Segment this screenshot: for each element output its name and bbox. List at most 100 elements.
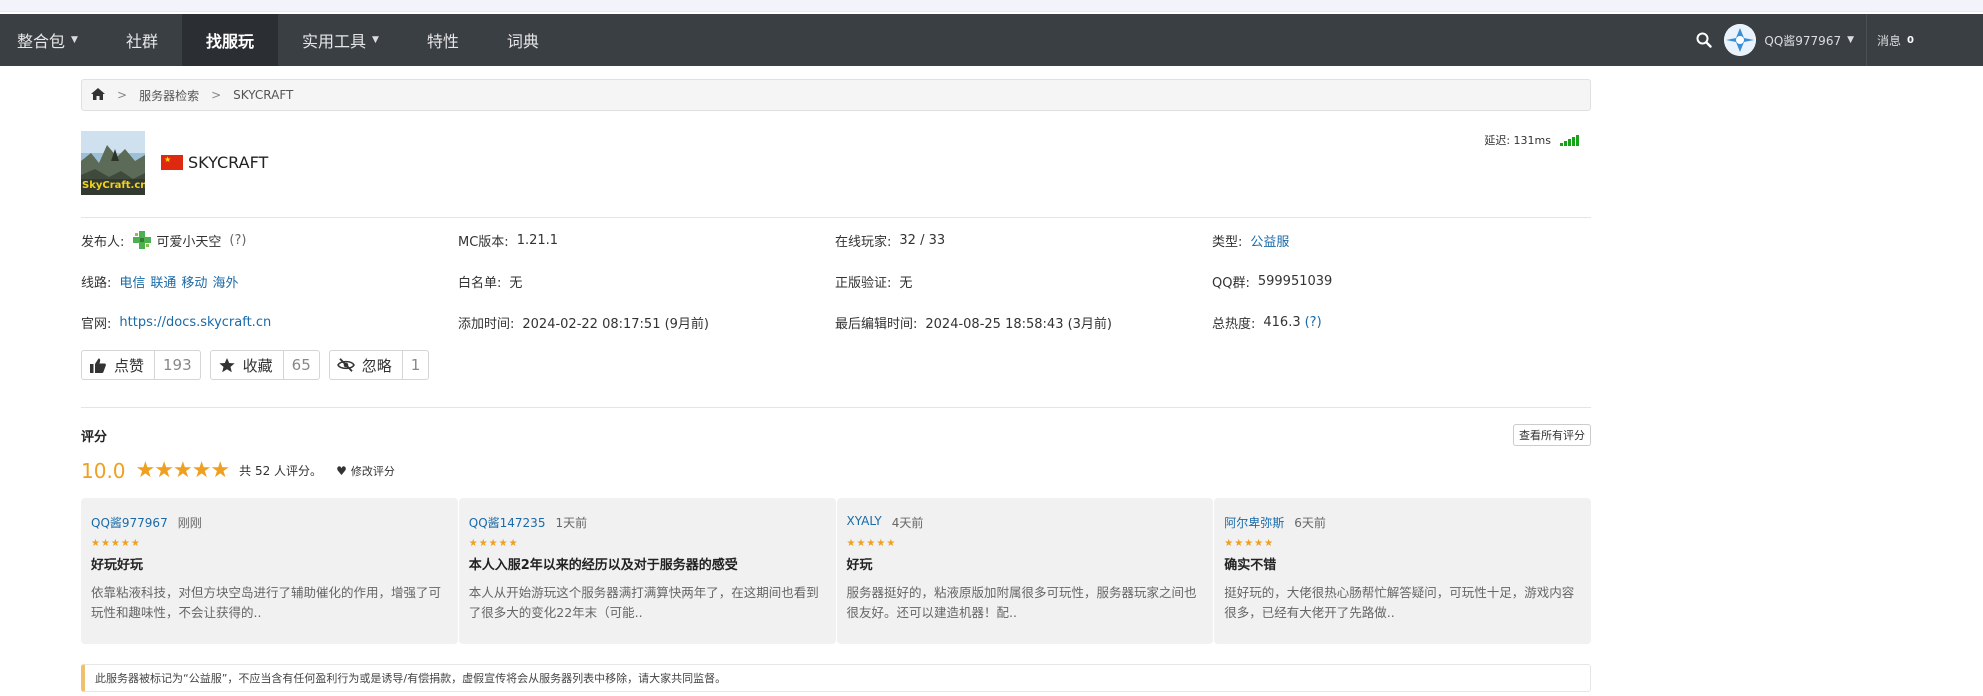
signal-bars-icon	[1559, 134, 1579, 146]
line-overseas[interactable]: 海外	[212, 272, 238, 291]
qq-label: QQ群:	[1212, 275, 1250, 291]
genuine-label: 正版验证:	[835, 275, 892, 291]
qq-cell: QQ群: 599951039	[1212, 269, 1332, 293]
view-all-ratings-button[interactable]: 查看所有评分	[1513, 424, 1591, 446]
online-label: 在线玩家:	[835, 234, 892, 250]
info-row: 发布人: 可爱小天空 (?) MC版本: 1.21.1 在线玩家: 32 / 3…	[81, 228, 1591, 269]
review-stars: ★★★★★	[91, 538, 141, 549]
chevron-down-icon: ▼	[371, 35, 379, 45]
review-stars: ★★★★★	[1224, 538, 1275, 549]
top-navbar: 整合包 ▼ 社群 找服玩 实用工具 ▼ 特性 词典 QQ酱977967 ▼ 消息 0	[0, 14, 1983, 66]
genuine-value: 无	[899, 275, 913, 291]
breadcrumb-server-search[interactable]: 服务器检索	[139, 87, 199, 104]
review-title: 好玩	[846, 558, 873, 573]
mc-version-cell: MC版本: 1.21.1	[458, 228, 558, 252]
added-cell: 添加时间: 2024-02-22 08:17:51 (9月前)	[458, 310, 709, 334]
favorite-count: 65	[282, 351, 319, 379]
edited-value: 2024-08-25 18:58:43 (3月前)	[925, 316, 1113, 332]
line-telecom[interactable]: 电信	[119, 272, 145, 291]
home-icon[interactable]	[91, 87, 105, 103]
site-label: 官网:	[81, 316, 112, 332]
review-time: 6天前	[1294, 516, 1326, 530]
line-mobile[interactable]: 移动	[181, 272, 207, 291]
nav-find-server-label: 找服玩	[205, 32, 254, 51]
like-count: 193	[154, 351, 200, 379]
browser-top-strip	[0, 0, 1983, 12]
nav-tools[interactable]: 实用工具 ▼	[278, 14, 403, 66]
type-value[interactable]: 公益服	[1250, 231, 1289, 250]
line-unicom[interactable]: 联通	[150, 272, 176, 291]
star-icon	[211, 357, 243, 373]
info-row: 线路: 电信 联通 移动 海外 白名单: 无 正版验证: 无 QQ群: 5999…	[81, 269, 1591, 310]
eye-slash-icon	[330, 358, 362, 372]
type-cell: 类型: 公益服	[1212, 228, 1289, 252]
server-name: SKYCRAFT	[188, 153, 269, 172]
publisher-name[interactable]: 可爱小天空	[156, 231, 221, 250]
publisher-avatar-icon	[132, 230, 152, 250]
ping-label: 延迟: 131ms	[1484, 134, 1551, 147]
whitelist-cell: 白名单: 无	[458, 269, 522, 293]
rating-stars: ★★★★★	[135, 458, 231, 483]
edited-label: 最后编辑时间:	[835, 316, 918, 332]
lines-label: 线路:	[81, 275, 112, 291]
review-time: 4天前	[891, 516, 924, 530]
messages-label: 消息	[1877, 33, 1902, 48]
nav-find-server[interactable]: 找服玩	[181, 14, 278, 66]
review-user[interactable]: XYALY	[847, 514, 882, 531]
review-card[interactable]: 阿尔卑弥斯 6天前 ★★★★★ 确实不错 挺好玩的，大佬很热心肠帮忙解答疑问，可…	[1214, 498, 1591, 644]
qq-value: 599951039	[1257, 273, 1333, 289]
server-title: ★ SKYCRAFT	[161, 153, 268, 172]
rating-section: 评分 查看所有评分 10.0 ★★★★★ 共 52 人评分。 ♥ 修改评分	[81, 422, 1591, 492]
review-header: 阿尔卑弥斯 6天前	[1224, 514, 1581, 531]
nav-dictionary[interactable]: 词典	[483, 14, 563, 66]
avatar	[1724, 24, 1757, 56]
like-button[interactable]: 点赞 193	[81, 350, 201, 380]
server-header: SkyCraft.cn ★ SKYCRAFT 延迟: 131ms	[81, 131, 1591, 197]
nav-dictionary-label: 词典	[506, 32, 539, 51]
chevron-down-icon: ▼	[71, 35, 78, 45]
review-user[interactable]: QQ酱977967	[91, 514, 168, 531]
lines-cell: 线路: 电信 联通 移动 海外	[81, 269, 238, 293]
review-user[interactable]: QQ酱147235	[469, 514, 546, 531]
mc-version-label: MC版本:	[458, 234, 509, 250]
divider	[81, 407, 1591, 408]
messages-link[interactable]: 消息 0	[1867, 32, 1914, 49]
nav-community[interactable]: 社群	[102, 14, 182, 66]
score-row: 10.0 ★★★★★ 共 52 人评分。 ♥ 修改评分	[81, 458, 395, 483]
like-label: 点赞	[114, 356, 145, 375]
edited-cell: 最后编辑时间: 2024-08-25 18:58:43 (3月前)	[835, 310, 1112, 334]
review-title: 确实不错	[1224, 558, 1277, 573]
review-stars: ★★★★★	[468, 538, 519, 549]
nav-features[interactable]: 特性	[403, 14, 483, 66]
rating-title: 评分	[81, 430, 108, 445]
heat-cell: 总热度: 416.3 (?)	[1212, 310, 1322, 334]
review-card[interactable]: QQ酱147235 1天前 ★★★★★ 本人入服2年以来的经历以及对于服务器的感…	[458, 498, 836, 644]
action-buttons: 点赞 193 收藏 65 忽略 1	[81, 350, 1591, 380]
user-menu[interactable]: QQ酱977967 ▼	[1724, 14, 1868, 66]
favorite-label: 收藏	[242, 356, 273, 375]
heat-value: 416.3	[1263, 314, 1301, 330]
review-header: XYALY 4天前	[847, 514, 1204, 531]
ignore-button[interactable]: 忽略 1	[328, 350, 430, 380]
review-card[interactable]: XYALY 4天前 ★★★★★ 好玩 服务器挺好的，粘液原版加附属很多可玩性，服…	[836, 498, 1214, 644]
whitelist-value: 无	[509, 275, 523, 291]
review-title: 好玩好玩	[91, 558, 144, 573]
publisher-hint[interactable]: (?)	[229, 233, 246, 248]
heat-label: 总热度:	[1212, 316, 1256, 332]
search-icon[interactable]	[1684, 14, 1724, 66]
site-cell: 官网: https://docs.skycraft.cn	[81, 310, 271, 334]
ping-indicator: 延迟: 131ms	[1484, 132, 1579, 148]
server-logo-text: SkyCraft.cn	[82, 180, 145, 191]
nav-modpacks[interactable]: 整合包 ▼	[0, 14, 102, 66]
breadcrumb-separator: >	[211, 88, 222, 102]
site-link[interactable]: https://docs.skycraft.cn	[119, 315, 271, 330]
review-card[interactable]: QQ酱977967 刚刚 ★★★★★ 好玩好玩 依靠粘液科技，对但方块空岛进行了…	[81, 498, 458, 644]
favorite-button[interactable]: 收藏 65	[209, 350, 320, 380]
username: QQ酱977967	[1764, 33, 1842, 48]
edit-rating-button[interactable]: ♥ 修改评分	[336, 463, 395, 479]
online-value: 32 / 33	[899, 232, 946, 248]
info-row: 官网: https://docs.skycraft.cn 添加时间: 2024-…	[81, 310, 1591, 351]
review-user[interactable]: 阿尔卑弥斯	[1224, 514, 1284, 531]
heat-hint[interactable]: (?)	[1305, 315, 1322, 330]
review-title: 本人入服2年以来的经历以及对于服务器的感受	[468, 558, 738, 573]
